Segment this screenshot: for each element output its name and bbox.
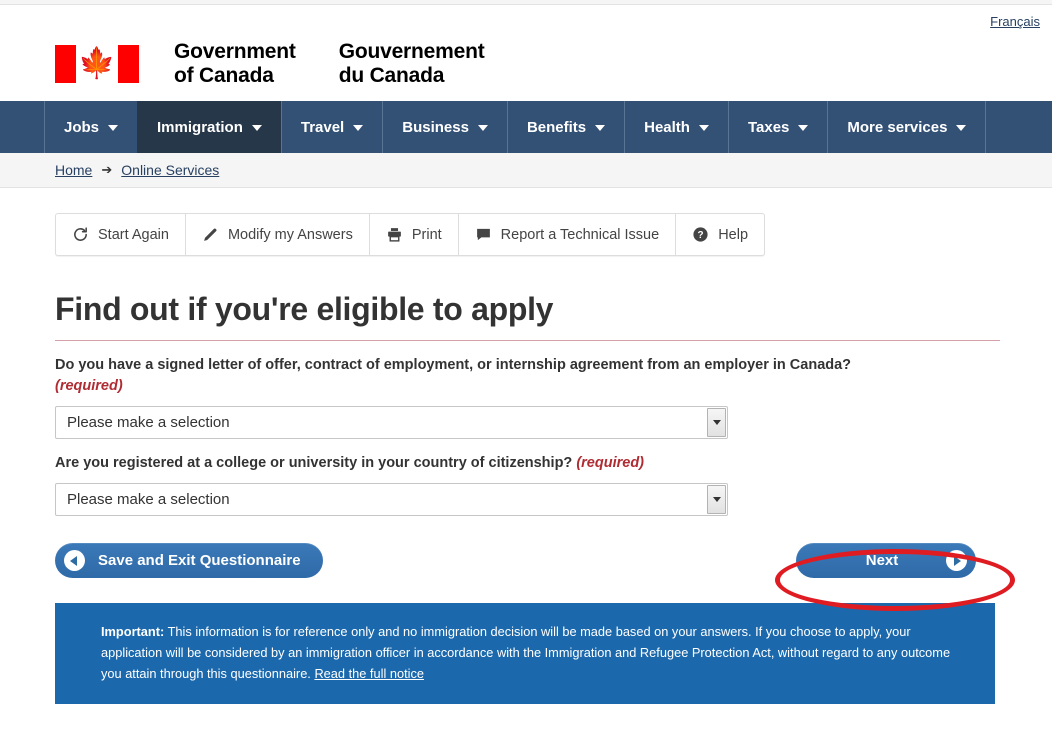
question-text-1: Do you have a signed letter of offer, co…	[55, 357, 852, 373]
flag-band-left	[55, 45, 76, 83]
nav-item-jobs[interactable]: Jobs	[44, 101, 137, 153]
nav-item-label: Taxes	[747, 118, 790, 136]
question-label-2: Are you registered at a college or unive…	[55, 453, 985, 474]
nav-item-label: Immigration	[157, 118, 243, 136]
question-block-2: Are you registered at a college or unive…	[55, 453, 1052, 517]
toolbar-button-print[interactable]: Print	[368, 214, 458, 255]
nav-item-label: More services	[847, 118, 948, 136]
nav-item-label: Jobs	[64, 118, 100, 136]
canada-flag-icon: 🍁	[55, 45, 139, 83]
required-marker-1: (required)	[55, 378, 123, 395]
toolbar-button-label: Modify my Answers	[227, 226, 353, 243]
question-block-1: Do you have a signed letter of offer, co…	[55, 355, 1052, 440]
toolbar-button-label: Print	[411, 226, 442, 243]
chevron-down-icon[interactable]	[707, 485, 726, 515]
select-employer-offer[interactable]: Please make a selection	[55, 406, 728, 440]
select-registered-college[interactable]: Please make a selection	[55, 483, 728, 517]
toolbar-button-modify-my-answers[interactable]: Modify my Answers	[184, 214, 369, 255]
question-circle-icon: ?	[692, 226, 709, 243]
toolbar-button-help[interactable]: ? Help	[675, 214, 764, 255]
chevron-down-icon	[956, 125, 967, 131]
question-label-1: Do you have a signed letter of offer, co…	[55, 355, 985, 397]
important-notice: Important: This information is for refer…	[55, 603, 995, 705]
government-of-canada-brand: 🍁 Government of Canada Gouvernement du C…	[0, 39, 1052, 101]
language-toggle-link[interactable]: Français	[990, 14, 1040, 29]
next-button[interactable]: Next	[796, 543, 976, 579]
svg-text:?: ?	[698, 230, 704, 241]
nav-item-benefits[interactable]: Benefits	[506, 101, 624, 153]
wordmark-french: Gouvernement du Canada	[338, 40, 485, 87]
speech-bubble-icon	[475, 226, 492, 243]
notice-label: Important:	[101, 624, 165, 640]
nav-item-label: Health	[644, 118, 690, 136]
chevron-down-icon	[477, 125, 488, 131]
nav-item-taxes[interactable]: Taxes	[727, 101, 827, 153]
select-value-1: Please make a selection	[67, 414, 230, 432]
nav-item-immigration[interactable]: Immigration	[137, 101, 281, 153]
chevron-down-icon	[353, 125, 364, 131]
nav-item-health[interactable]: Health	[624, 101, 728, 153]
arrow-right-circle-icon	[946, 550, 967, 572]
nav-item-label: Benefits	[526, 118, 587, 136]
required-marker-2: (required)	[576, 455, 644, 472]
question-text-2: Are you registered at a college or unive…	[55, 455, 573, 472]
wordmark-english: Government of Canada	[174, 40, 296, 87]
flag-band-right	[118, 45, 139, 83]
nav-item-business[interactable]: Business	[382, 101, 507, 153]
chevron-down-icon	[251, 125, 262, 131]
refresh-icon	[72, 226, 89, 243]
save-and-exit-button[interactable]: Save and Exit Questionnaire	[55, 543, 323, 579]
breadcrumb-arrow-icon: ➔	[101, 162, 113, 177]
toolbar-button-report-a-technical-issue[interactable]: Report a Technical Issue	[457, 214, 676, 255]
save-and-exit-label: Save and Exit Questionnaire	[98, 552, 301, 570]
read-full-notice-link[interactable]: Read the full notice	[314, 666, 424, 681]
language-bar: Français	[0, 5, 1052, 39]
next-label: Next	[865, 552, 899, 570]
nav-item-label: Travel	[300, 118, 345, 136]
toolbar-button-label: Help	[718, 226, 749, 243]
toolbar-button-label: Report a Technical Issue	[500, 226, 660, 243]
main-navigation: Jobs Immigration Travel Business Benefits Hea…	[0, 101, 1052, 153]
nav-item-travel[interactable]: Travel	[280, 101, 382, 153]
chevron-down-icon	[595, 125, 606, 131]
chevron-down-icon	[108, 125, 119, 131]
notice-body: This information is for reference only a…	[101, 624, 951, 682]
select-value-2: Please make a selection	[67, 491, 230, 509]
chevron-down-icon	[698, 125, 709, 131]
arrow-left-circle-icon	[64, 550, 85, 572]
breadcrumb-item-home[interactable]: Home	[55, 162, 92, 178]
breadcrumb: Home ➔ Online Services	[0, 153, 1052, 188]
printer-icon	[386, 226, 403, 243]
toolbar-button-start-again[interactable]: Start Again	[56, 214, 185, 255]
questionnaire-toolbar: Start Again Modify my Answers Print Report …	[55, 213, 766, 256]
form-actions: Save and Exit Questionnaire Next	[55, 541, 1015, 581]
page-title: Find out if you're eligible to apply	[55, 291, 1000, 341]
nav-item-label: Business	[402, 118, 469, 136]
chevron-down-icon[interactable]	[707, 408, 726, 438]
maple-leaf-icon: 🍁	[78, 47, 116, 80]
breadcrumb-item-online-services[interactable]: Online Services	[121, 162, 219, 178]
toolbar-button-label: Start Again	[98, 226, 169, 243]
nav-item-more-services[interactable]: More services	[827, 101, 987, 153]
chevron-down-icon	[798, 125, 809, 131]
pencil-icon	[202, 226, 219, 243]
main-content: Start Again Modify my Answers Print Report …	[0, 188, 1052, 705]
